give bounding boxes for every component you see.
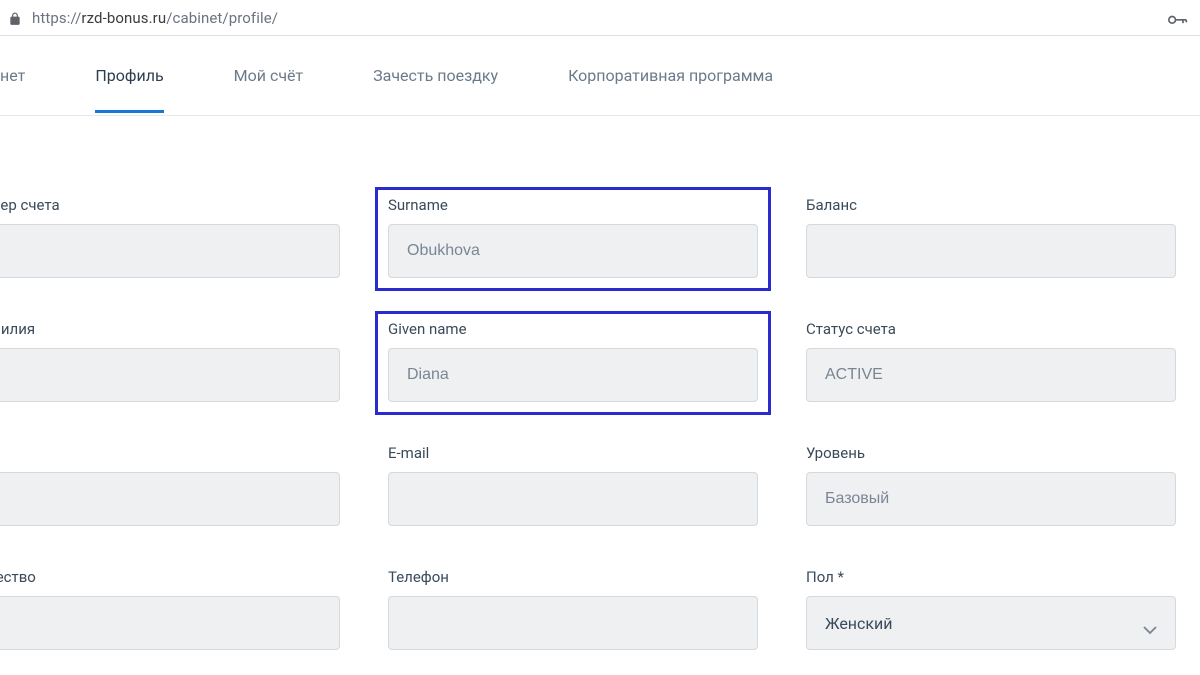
status-label: Статус счета: [806, 320, 1176, 338]
phone-label: Телефон: [388, 568, 758, 586]
phone-input[interactable]: [388, 596, 758, 650]
profile-form: Номер счета Фамилия Имя Отчество Surname…: [0, 116, 1200, 650]
url-text[interactable]: https://rzd-bonus.ru/cabinet/profile/: [32, 9, 278, 27]
balance-label: Баланс: [806, 196, 1176, 214]
gender-value: Женский: [825, 614, 893, 633]
key-icon[interactable]: [1168, 11, 1188, 25]
surname-input[interactable]: [388, 224, 758, 278]
name-ru-label: Имя: [0, 444, 340, 462]
given-name-input[interactable]: [388, 348, 758, 402]
account-number-input[interactable]: [0, 224, 340, 278]
tab-credit-trip[interactable]: Зачесть поездку: [373, 38, 498, 113]
gender-select[interactable]: Женский: [806, 596, 1176, 650]
given-name-label: Given name: [388, 320, 758, 338]
lock-icon: [8, 11, 22, 25]
tab-profile[interactable]: Профиль: [95, 38, 163, 113]
email-label: E-mail: [388, 444, 758, 462]
name-ru-input[interactable]: [0, 472, 340, 526]
account-number-label: Номер счета: [0, 196, 340, 214]
gender-label: Пол *: [806, 568, 1176, 586]
status-input[interactable]: [806, 348, 1176, 402]
surname-label: Surname: [388, 196, 758, 214]
tabs-nav: нет Профиль Мой счёт Зачесть поездку Кор…: [0, 36, 1200, 116]
balance-input[interactable]: [806, 224, 1176, 278]
patronymic-label: Отчество: [0, 568, 340, 586]
level-label: Уровень: [806, 444, 1176, 462]
tab-account[interactable]: Мой счёт: [234, 38, 303, 113]
given-name-group-highlighted: Given name: [375, 311, 771, 415]
surname-ru-input[interactable]: [0, 348, 340, 402]
chevron-down-icon: [1143, 619, 1157, 627]
surname-ru-label: Фамилия: [0, 320, 340, 338]
tab-corporate[interactable]: Корпоративная программа: [568, 38, 773, 113]
patronymic-input[interactable]: [0, 596, 340, 650]
tab-cabinet[interactable]: нет: [0, 38, 25, 113]
browser-url-bar: https://rzd-bonus.ru/cabinet/profile/: [0, 0, 1200, 36]
surname-group-highlighted: Surname: [375, 187, 771, 291]
email-input[interactable]: [388, 472, 758, 526]
level-input[interactable]: [806, 472, 1176, 526]
